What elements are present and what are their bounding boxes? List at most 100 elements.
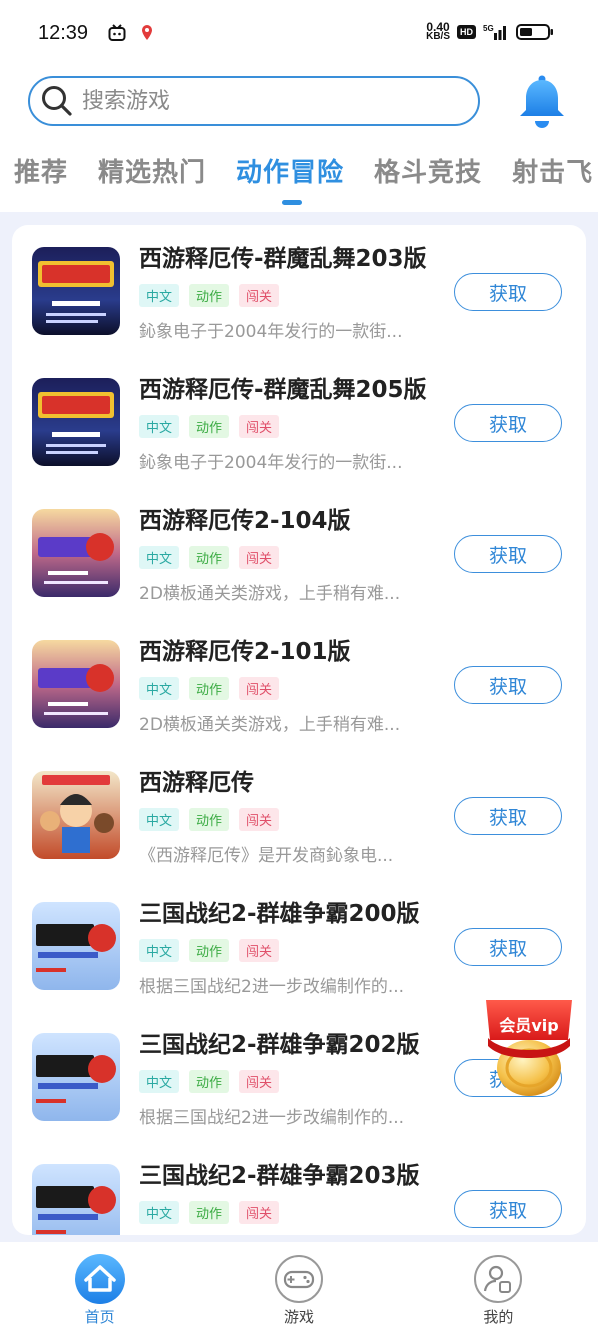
- tag-genre: 动作: [189, 939, 230, 962]
- tag-genre: 动作: [189, 1201, 230, 1224]
- game-cover-icon: [32, 1164, 120, 1235]
- get-button[interactable]: 获取: [454, 928, 562, 966]
- tag-language: 中文: [139, 1201, 180, 1224]
- tag-mode: 闯关: [239, 284, 280, 307]
- tag-language: 中文: [139, 284, 180, 307]
- game-title: 西游释厄传2-104版: [139, 508, 351, 534]
- nav-profile[interactable]: 我的: [399, 1242, 598, 1336]
- nav-home-label: 首页: [84, 1308, 115, 1326]
- tag-language: 中文: [139, 808, 180, 831]
- game-description: 鈊象电子于2004年发行的一款街...: [139, 453, 403, 473]
- game-title: 三国战纪2-群雄争霸203版: [139, 1163, 420, 1189]
- game-description: 鈊象电子于2004年发行的一款街...: [139, 322, 403, 342]
- tv-app-icon: [108, 24, 126, 41]
- hd-badge: HD: [457, 25, 476, 39]
- get-button[interactable]: 获取: [454, 273, 562, 311]
- game-tags: 中文 动作 闯关: [139, 939, 280, 962]
- game-title: 三国战纪2-群雄争霸200版: [139, 901, 420, 927]
- tag-mode: 闯关: [239, 939, 280, 962]
- tag-language: 中文: [139, 546, 180, 569]
- nav-profile-label: 我的: [483, 1308, 514, 1326]
- category-tabs: 推荐 精选热门 动作冒险 格斗竞技 射击飞: [14, 152, 598, 205]
- game-cover-icon: [32, 509, 120, 597]
- search-input[interactable]: [82, 88, 442, 114]
- get-button[interactable]: 获取: [454, 666, 562, 704]
- nav-home[interactable]: 首页: [0, 1242, 199, 1336]
- tag-mode: 闯关: [239, 415, 280, 438]
- tag-language: 中文: [139, 415, 180, 438]
- tag-genre: 动作: [189, 415, 230, 438]
- game-tags: 中文 动作 闯关: [139, 677, 280, 700]
- game-list-item[interactable]: 西游释厄传中文 动作 闯关《西游释厄传》是开发商鈊象电... 获取: [12, 749, 586, 880]
- signal-icon: 5G: [483, 24, 506, 40]
- search-bar[interactable]: [28, 76, 480, 126]
- game-title: 西游释厄传-群魔乱舞203版: [139, 246, 427, 272]
- game-tags: 中文 动作 闯关: [139, 1201, 280, 1224]
- game-tags: 中文 动作 闯关: [139, 284, 280, 307]
- game-title: 西游释厄传-群魔乱舞205版: [139, 377, 427, 403]
- tab-action-adventure[interactable]: 动作冒险: [236, 152, 344, 205]
- get-button[interactable]: 获取: [454, 535, 562, 573]
- game-list-item[interactable]: 西游释厄传2-104版 中文 动作 闯关 2D横板通关类游戏，上手稍有难... 获取: [12, 487, 586, 618]
- game-cover-icon: [32, 378, 120, 466]
- user-icon: [474, 1255, 523, 1303]
- game-cover-icon: [32, 640, 120, 728]
- status-bar: 12:39 0.40 KB/S HD 5G: [0, 0, 598, 66]
- game-cover-icon: [32, 1033, 120, 1121]
- nav-games[interactable]: 游戏: [199, 1242, 398, 1336]
- network-speed: 0.40 KB/S: [426, 20, 450, 42]
- game-list-item[interactable]: 三国战纪2-群雄争霸200版 中文 动作 闯关根据三国战纪2进一步改编制作的... 获取: [12, 880, 586, 1011]
- game-list-item[interactable]: 三国战纪2-群雄争霸203版 中文 动作 闯关 获取: [12, 1142, 586, 1235]
- game-thumbnail[interactable]: [32, 1164, 120, 1235]
- tag-mode: 闯关: [239, 808, 280, 831]
- bottom-nav: 首页 游戏 我的: [0, 1242, 598, 1336]
- game-thumbnail[interactable]: [32, 378, 120, 466]
- game-list-item[interactable]: 西游释厄传2-101版 中文 动作 闯关 2D横板通关类游戏，上手稍有难... 获取: [12, 618, 586, 749]
- game-list-item[interactable]: 西游释厄传-群魔乱舞205版 中文 动作 闯关鈊象电子于2004年发行的一款街... 获…: [12, 356, 586, 487]
- vip-badge[interactable]: 会员vip: [480, 996, 578, 1100]
- gamepad-icon: [274, 1255, 323, 1303]
- game-tags: 中文 动作 闯关: [139, 808, 280, 831]
- game-title: 三国战纪2-群雄争霸202版: [139, 1032, 420, 1058]
- vip-label: 会员vip: [499, 1016, 559, 1035]
- game-list-item[interactable]: 西游释厄传-群魔乱舞203版 中文 动作 闯关鈊象电子于2004年发行的一款街... 获…: [12, 225, 586, 356]
- header: 推荐 精选热门 动作冒险 格斗竞技 射击飞: [0, 66, 598, 212]
- game-thumbnail[interactable]: [32, 902, 120, 990]
- game-thumbnail[interactable]: [32, 247, 120, 335]
- tag-language: 中文: [139, 1070, 180, 1093]
- game-description: 《西游释厄传》是开发商鈊象电...: [139, 846, 394, 866]
- game-cover-icon: [32, 247, 120, 335]
- game-description: 根据三国战纪2进一步改编制作的...: [139, 1108, 405, 1128]
- tag-genre: 动作: [189, 808, 230, 831]
- svg-text:5G: 5G: [483, 24, 494, 33]
- home-icon: [74, 1254, 125, 1304]
- location-pin-icon: [142, 25, 152, 40]
- tag-language: 中文: [139, 677, 180, 700]
- tag-mode: 闯关: [239, 546, 280, 569]
- bell-icon[interactable]: [516, 74, 568, 130]
- tag-mode: 闯关: [239, 677, 280, 700]
- game-thumbnail[interactable]: [32, 509, 120, 597]
- tag-genre: 动作: [189, 1070, 230, 1093]
- get-button[interactable]: 获取: [454, 1190, 562, 1228]
- battery-icon: [516, 24, 553, 40]
- tag-genre: 动作: [189, 546, 230, 569]
- status-time: 12:39: [38, 22, 89, 44]
- game-thumbnail[interactable]: [32, 1033, 120, 1121]
- game-cover-icon: [32, 902, 120, 990]
- tab-featured-hot[interactable]: 精选热门: [98, 152, 206, 189]
- tab-recommended[interactable]: 推荐: [14, 152, 68, 189]
- get-button[interactable]: 获取: [454, 797, 562, 835]
- nav-games-label: 游戏: [283, 1308, 314, 1326]
- game-tags: 中文 动作 闯关: [139, 1070, 280, 1093]
- tab-shooting[interactable]: 射击飞: [512, 152, 593, 189]
- tag-genre: 动作: [189, 284, 230, 307]
- game-title: 西游释厄传: [139, 770, 254, 796]
- game-thumbnail[interactable]: [32, 771, 120, 859]
- get-button[interactable]: 获取: [454, 404, 562, 442]
- game-thumbnail[interactable]: [32, 640, 120, 728]
- game-description: 根据三国战纪2进一步改编制作的...: [139, 977, 405, 997]
- tag-genre: 动作: [189, 677, 230, 700]
- tag-language: 中文: [139, 939, 180, 962]
- tab-fighting[interactable]: 格斗竞技: [374, 152, 482, 189]
